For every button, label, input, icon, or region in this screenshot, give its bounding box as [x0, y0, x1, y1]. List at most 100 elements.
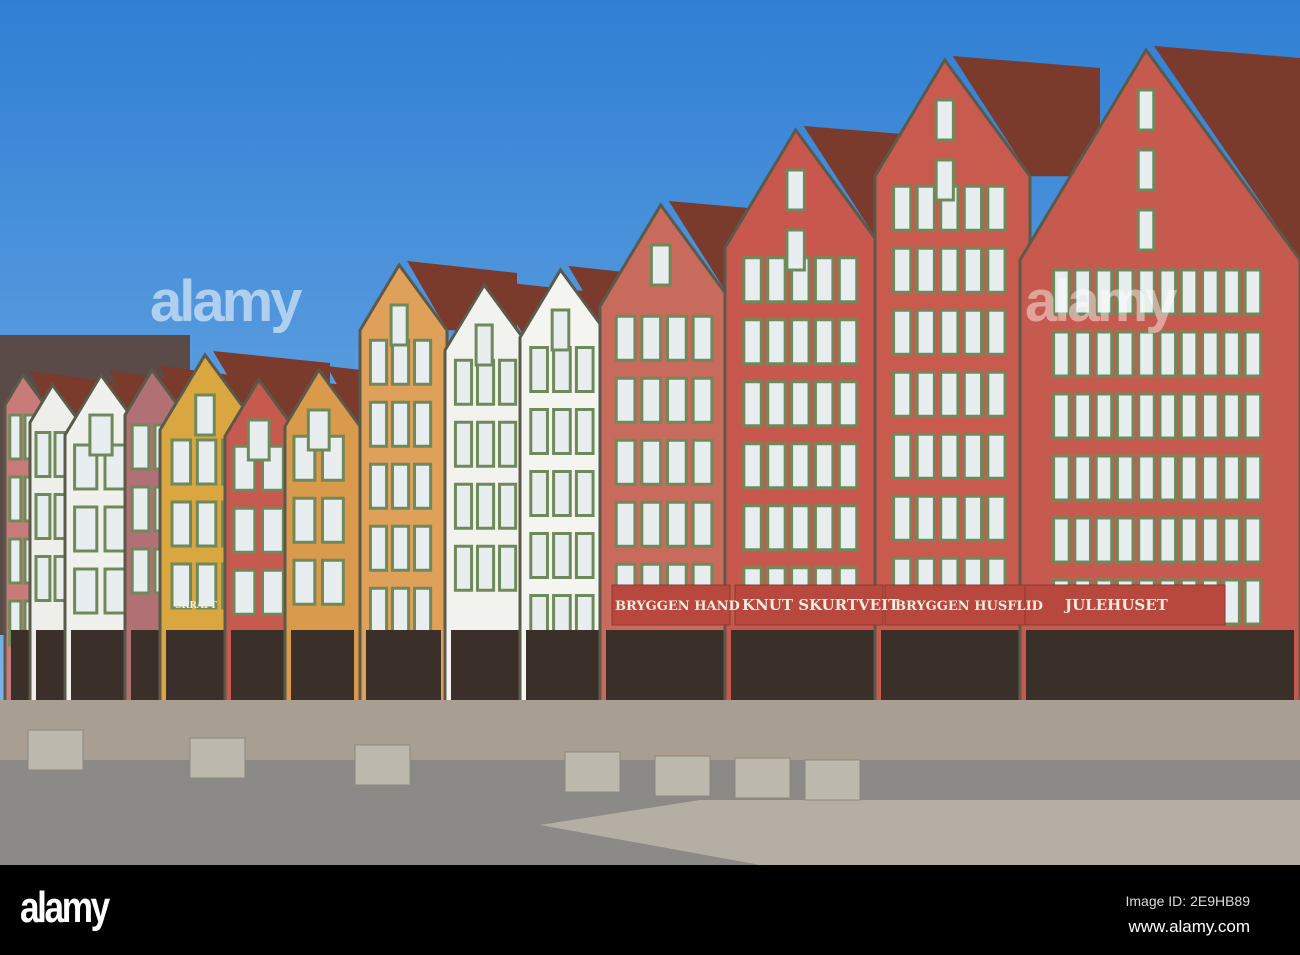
- window: [475, 482, 496, 530]
- window: [130, 423, 151, 471]
- window: [1243, 392, 1263, 440]
- window: [1243, 330, 1263, 378]
- window: [130, 547, 151, 595]
- window: [1222, 392, 1241, 440]
- window: [939, 308, 960, 356]
- window: [837, 504, 859, 552]
- window: [837, 256, 859, 304]
- window: [892, 370, 913, 418]
- window: [939, 494, 960, 542]
- window: [1243, 578, 1263, 626]
- window: [742, 504, 763, 552]
- window: [813, 380, 835, 428]
- image-id: Image ID: 2E9HB89: [1125, 893, 1250, 909]
- window: [813, 256, 835, 304]
- window: [390, 462, 411, 510]
- window: [666, 500, 688, 548]
- window: [261, 568, 285, 616]
- watermark: alamy: [150, 269, 302, 334]
- window: [1073, 392, 1092, 440]
- window: [1136, 88, 1156, 132]
- window: [614, 438, 637, 486]
- window: [742, 442, 763, 490]
- window: [742, 318, 763, 366]
- window: [962, 370, 984, 418]
- window: [413, 524, 433, 572]
- stone-bollard: [354, 744, 411, 786]
- window: [413, 462, 433, 510]
- window: [529, 346, 549, 393]
- window: [1243, 454, 1263, 502]
- window: [453, 482, 474, 530]
- window: [640, 376, 663, 424]
- window: [790, 504, 811, 552]
- window: [1094, 392, 1114, 440]
- window: [195, 500, 218, 548]
- stone-bollard: [654, 755, 711, 797]
- window: [368, 400, 389, 448]
- window: [475, 420, 496, 468]
- window: [1222, 268, 1241, 316]
- window: [390, 524, 411, 572]
- window: [195, 438, 218, 486]
- window: [529, 408, 549, 455]
- window: [88, 413, 114, 457]
- window: [1179, 268, 1199, 316]
- window: [666, 314, 688, 362]
- window: [390, 338, 411, 386]
- stone-bollard: [734, 757, 791, 799]
- window: [640, 314, 663, 362]
- window: [1073, 516, 1092, 564]
- window: [915, 246, 936, 294]
- window: [766, 504, 787, 552]
- window: [292, 558, 317, 606]
- window: [261, 506, 285, 554]
- window: [1243, 516, 1263, 564]
- window: [1201, 268, 1220, 316]
- window: [986, 246, 1007, 294]
- window: [640, 500, 663, 548]
- window: [498, 420, 518, 468]
- window: [1137, 454, 1156, 502]
- window: [986, 432, 1007, 480]
- stone-bollard: [27, 729, 84, 771]
- window: [915, 184, 936, 232]
- window: [915, 370, 936, 418]
- window: [498, 544, 518, 592]
- window: [1115, 516, 1135, 564]
- window: [552, 532, 572, 579]
- window: [413, 338, 433, 386]
- bryggen-photo: BRYGGEN HAND KNUT SKURTVEIT BRYGGEN HUSF…: [0, 0, 1300, 865]
- window: [939, 432, 960, 480]
- stone-bollard: [804, 759, 861, 801]
- window: [1158, 330, 1178, 378]
- window: [892, 432, 913, 480]
- window: [666, 438, 688, 486]
- window: [8, 413, 23, 461]
- window: [915, 432, 936, 480]
- window: [986, 184, 1007, 232]
- window: [1222, 454, 1241, 502]
- window: [691, 376, 714, 424]
- window: [1179, 330, 1199, 378]
- window: [986, 308, 1007, 356]
- window: [766, 256, 787, 304]
- window: [34, 431, 52, 478]
- window: [368, 586, 389, 634]
- window: [691, 438, 714, 486]
- window: [813, 504, 835, 552]
- window: [691, 314, 714, 362]
- window: [574, 408, 595, 455]
- window: [813, 442, 835, 490]
- window: [1115, 454, 1135, 502]
- window: [130, 485, 151, 533]
- window: [766, 442, 787, 490]
- window: [390, 586, 411, 634]
- window: [475, 544, 496, 592]
- window: [766, 318, 787, 366]
- window: [1052, 516, 1071, 564]
- window: [1136, 208, 1156, 252]
- window: [453, 358, 474, 406]
- window: [474, 323, 494, 367]
- window: [962, 494, 984, 542]
